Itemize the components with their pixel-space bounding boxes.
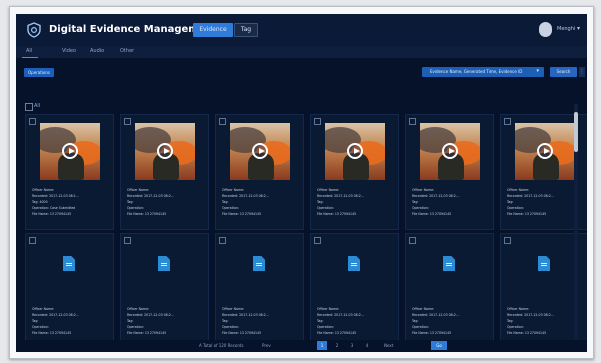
pager-next[interactable]: Next [384, 343, 393, 348]
video-thumbnail[interactable] [420, 123, 480, 180]
card-meta: Officer Name: Recorded: 2017-12-03 08:2.… [317, 187, 395, 217]
dropdown-value: Evidence Name, Generated Time, Evidence … [430, 69, 523, 74]
menu-item-video[interactable]: Video [62, 48, 76, 54]
pager-go-button[interactable]: Go [431, 341, 447, 350]
card-meta: Officer Name: Recorded: 2017-12-03 08:2.… [317, 306, 395, 336]
avatar[interactable] [539, 22, 552, 37]
play-icon[interactable] [442, 143, 458, 159]
card-checkbox[interactable] [314, 118, 321, 125]
scrollbar-thumb[interactable] [574, 112, 578, 152]
play-icon[interactable] [537, 143, 553, 159]
search-button[interactable]: Search [550, 67, 577, 77]
document-icon[interactable] [63, 256, 75, 271]
card-meta: Officer Name: Recorded: 2017-12-03 08:2.… [127, 187, 205, 217]
card-checkbox[interactable] [504, 237, 511, 244]
total-records-text: A Total of 120 Records [199, 343, 244, 348]
user-name[interactable]: Menghi [557, 26, 575, 32]
operations-button[interactable]: Operations [24, 68, 54, 77]
search-field-dropdown[interactable]: Evidence Name, Generated Time, Evidence … [422, 67, 544, 77]
meta-file-name: File Name: 13 27094145 [317, 331, 357, 335]
pager-page-3[interactable]: 3 [347, 341, 357, 350]
card-meta: Officer Name: Recorded: 2017-12-03 08:2.… [32, 306, 110, 336]
vertical-scrollbar[interactable] [574, 104, 578, 339]
evidence-card[interactable]: Officer Name: Recorded: 2017-12-03 08:2.… [405, 233, 494, 349]
evidence-card[interactable]: Officer Name: Recorded: 2017-12-03 08:2.… [120, 233, 209, 349]
evidence-card[interactable]: Officer Name: Recorded: 2017-12-03 08:2.… [215, 114, 304, 230]
tab-evidence[interactable]: Evidence [193, 23, 233, 37]
document-icon[interactable] [253, 256, 265, 271]
document-icon[interactable] [348, 256, 360, 271]
menu-item-other[interactable]: Other [120, 48, 134, 54]
card-checkbox[interactable] [409, 118, 416, 125]
play-icon[interactable] [157, 143, 173, 159]
play-icon[interactable] [347, 143, 363, 159]
pager-page-4[interactable]: 4 [362, 341, 372, 350]
card-checkbox[interactable] [504, 118, 511, 125]
meta-file-name: File Name: 13 27094145 [412, 331, 452, 335]
meta-file-name: File Name: 13 27094145 [222, 331, 262, 335]
evidence-card[interactable]: Officer Name: Recorded: 2017-12-03 08:2.… [215, 233, 304, 349]
card-meta: Officer Name: Recorded: 2017-12-03 08:2.… [222, 306, 300, 336]
app-container: Digital Evidence Management Evidence Tag… [16, 14, 587, 352]
document-icon[interactable] [443, 256, 455, 271]
pager-page-1[interactable]: 1 [317, 341, 327, 350]
video-thumbnail[interactable] [325, 123, 385, 180]
card-checkbox[interactable] [124, 118, 131, 125]
window-frame: Digital Evidence Management Evidence Tag… [9, 6, 594, 359]
play-icon[interactable] [252, 143, 268, 159]
video-thumbnail[interactable] [40, 123, 100, 180]
meta-file-name: File Name: 13 27094145 [32, 212, 72, 216]
evidence-card[interactable]: Officer Name: Recorded: 2017-12-03 08:2.… [310, 233, 399, 349]
tab-tag[interactable]: Tag [234, 23, 258, 37]
card-checkbox[interactable] [409, 237, 416, 244]
shield-logo-icon [27, 22, 41, 38]
top-header: Digital Evidence Management Evidence Tag… [16, 14, 587, 46]
card-checkbox[interactable] [314, 237, 321, 244]
evidence-card[interactable]: Officer Name: Recorded: 2017-12-03 08:2.… [120, 114, 209, 230]
more-icon[interactable]: ⋮ [579, 67, 585, 77]
pagination-bar: A Total of 120 Records Prev 1 2 3 4 Next… [16, 340, 587, 352]
card-meta: Officer Name: Recorded: 2017-12-03 08:2.… [412, 187, 490, 217]
card-checkbox[interactable] [219, 118, 226, 125]
card-checkbox[interactable] [124, 237, 131, 244]
meta-file-name: File Name: 13 27094145 [222, 212, 262, 216]
select-all-label: All [34, 103, 41, 109]
menu-item-all[interactable]: All [26, 48, 32, 54]
sub-menu-bar: All Video Audio Other [16, 46, 587, 58]
video-thumbnail[interactable] [230, 123, 290, 180]
document-icon[interactable] [158, 256, 170, 271]
evidence-card[interactable]: Officer Name: Recorded: 2017-12-03 08:2.… [25, 233, 114, 349]
pager-page-2[interactable]: 2 [332, 341, 342, 350]
pager-prev[interactable]: Prev [262, 343, 271, 348]
evidence-card[interactable]: Officer Name: Recorded: 2017-12-03 08:2.… [310, 114, 399, 230]
card-meta: Officer Name: Recorded: 2017-12-03 08:2.… [222, 187, 300, 217]
card-checkbox[interactable] [29, 118, 36, 125]
meta-file-name: File Name: 13 27094145 [127, 331, 167, 335]
meta-file-name: File Name: 13 27094145 [317, 212, 357, 216]
meta-file-name: File Name: 13 27094145 [412, 212, 452, 216]
meta-file-name: File Name: 13 27094145 [32, 331, 72, 335]
card-checkbox[interactable] [219, 237, 226, 244]
meta-file-name: File Name: 13 27094145 [127, 212, 167, 216]
video-thumbnail[interactable] [515, 123, 575, 180]
card-meta: Officer Name: Recorded: 2017-12-03 08:2.… [412, 306, 490, 336]
card-meta: Officer Name: Recorded: 2017-12-03 08:2.… [127, 306, 205, 336]
video-thumbnail[interactable] [135, 123, 195, 180]
menu-item-audio[interactable]: Audio [90, 48, 104, 54]
card-meta: Officer Name: Recorded: 2017-12-03 08:1.… [32, 187, 110, 217]
chevron-down-icon: ▾ [536, 68, 539, 74]
evidence-card[interactable]: Officer Name: Recorded: 2017-12-03 08:2.… [405, 114, 494, 230]
select-all-checkbox[interactable] [25, 103, 33, 111]
document-icon[interactable] [538, 256, 550, 271]
evidence-card[interactable]: Officer Name: Recorded: 2017-12-03 08:1.… [25, 114, 114, 230]
chevron-down-icon[interactable]: ▾ [577, 25, 580, 32]
card-checkbox[interactable] [29, 237, 36, 244]
play-icon[interactable] [62, 143, 78, 159]
toolbar: Operations Evidence Name, Generated Time… [16, 58, 587, 88]
